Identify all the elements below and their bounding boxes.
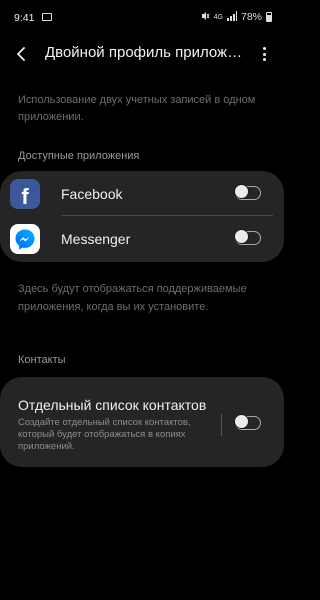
available-apps-card: f Facebook Messenger [0, 171, 284, 262]
battery-icon [266, 12, 272, 22]
row-divider [61, 215, 273, 216]
status-time: 9:41 [14, 12, 35, 24]
status-bar: 9:41 4G 78% [0, 0, 284, 36]
messenger-toggle[interactable] [234, 228, 261, 245]
separate-contacts-subtitle: Создайте отдельный список контактов, кот… [18, 417, 191, 452]
toggle-knob [234, 183, 249, 199]
battery-percent: 78% [240, 11, 262, 23]
app-bar: Двойной профиль приложений [0, 36, 284, 72]
page-title: Двойной профиль приложений [45, 44, 245, 61]
separate-contacts-toggle[interactable] [234, 413, 261, 430]
app-label-messenger: Messenger [61, 231, 131, 247]
more-vert-icon-dot [262, 52, 266, 56]
mute-icon [200, 11, 210, 23]
facebook-toggle[interactable] [234, 183, 261, 200]
messenger-icon [10, 224, 40, 254]
more-vert-icon-dot [262, 58, 266, 61]
page-description: Использование двух учетных записей в одн… [18, 94, 256, 123]
more-vert-icon [262, 47, 266, 50]
app-label-facebook: Facebook [61, 186, 123, 202]
app-row-messenger[interactable]: Messenger [0, 217, 284, 262]
back-button[interactable] [10, 42, 34, 66]
app-row-facebook[interactable]: f Facebook [0, 171, 284, 216]
section-header-available-apps: Доступные приложения [18, 150, 140, 162]
back-arrow-icon [17, 47, 25, 61]
signal-icon [226, 11, 237, 23]
separate-contacts-card[interactable]: Отдельный список контактов Создайте отде… [0, 377, 284, 467]
section-header-contacts: Контакты [18, 354, 66, 366]
toggle-knob [234, 228, 249, 244]
vertical-divider [221, 414, 222, 436]
more-options-button[interactable] [254, 42, 274, 66]
toggle-knob [234, 413, 249, 429]
status-icons: 4G 78% [200, 11, 272, 23]
gallery-notification-icon [42, 13, 52, 21]
network-type-label: 4G [213, 13, 223, 21]
apps-note: Здесь будут отображаться поддерживаемые … [18, 283, 247, 313]
facebook-icon: f [10, 179, 40, 209]
separate-contacts-title: Отдельный список контактов [18, 397, 207, 413]
